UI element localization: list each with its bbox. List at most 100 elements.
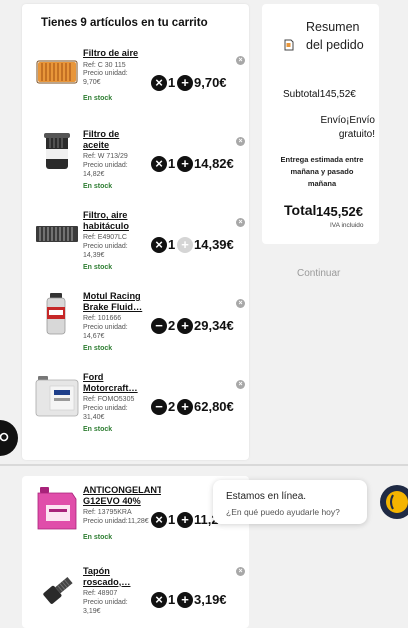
unit-price: 14,67€	[83, 332, 105, 340]
air-filter-image	[36, 60, 78, 84]
increase-quantity-button[interactable]: +	[177, 237, 193, 253]
close-icon: ×	[238, 381, 243, 388]
delete-item-button[interactable]: ×	[236, 380, 245, 389]
floating-action-button[interactable]	[0, 420, 18, 456]
antifreeze-image	[37, 487, 77, 530]
product-ref: Ref: 101666	[83, 315, 122, 322]
minus-icon: −	[155, 399, 163, 414]
chat-bubble[interactable]: Estamos en línea. ¿En qué puedo ayudarle…	[213, 480, 367, 524]
line-total: 62,80€	[194, 399, 234, 414]
product-name-link[interactable]: Motul Racing Brake Fluid…	[83, 291, 147, 312]
unit-price: 31,40€	[83, 413, 105, 421]
increase-quantity-button[interactable]: +	[177, 318, 193, 334]
product-name-link[interactable]: Tapón roscado,…	[83, 566, 147, 587]
shipping-row: Envío¡Envío gratuito!	[283, 114, 375, 142]
delete-item-button[interactable]: ×	[236, 56, 245, 65]
quantity-stepper: × 1 + 3,19€	[151, 591, 239, 609]
line-total: 14,39€	[194, 237, 234, 252]
close-icon: ×	[155, 237, 163, 252]
product-name-link[interactable]: Filtro de aire	[83, 48, 147, 59]
product-ref: Ref: W 713/29	[83, 153, 128, 160]
unit-price: 14,39€	[83, 251, 105, 259]
close-icon: ×	[238, 57, 243, 64]
subtotal-label: Subtotal	[283, 89, 320, 100]
remove-one-button[interactable]: ×	[151, 512, 167, 528]
cart-item: Filtro de aceite Ref: W 713/29 Precio un…	[22, 125, 249, 205]
drain-plug-image	[43, 577, 73, 604]
unit-price-label: Precio unidad:11,28€	[83, 517, 149, 525]
product-ref: Ref: C 30 115	[83, 61, 126, 69]
delete-item-button[interactable]: ×	[236, 299, 245, 308]
chat-avatar-button[interactable]	[379, 481, 408, 523]
unit-price: 9,70€	[83, 79, 101, 87]
quantity-stepper: − 2 + 62,80€	[151, 398, 239, 416]
close-icon: ×	[238, 568, 243, 575]
close-icon: ×	[155, 592, 163, 607]
plus-icon: +	[181, 318, 189, 333]
line-total: 9,70€	[194, 75, 227, 90]
plus-icon: +	[181, 156, 189, 171]
cabin-filter-image	[36, 226, 78, 242]
remove-one-button[interactable]: ×	[151, 237, 167, 253]
increase-quantity-button[interactable]: +	[177, 156, 193, 172]
product-name-link[interactable]: Ford Motorcraft…	[83, 372, 147, 393]
continue-button[interactable]: Continuar	[297, 268, 340, 279]
increase-quantity-button[interactable]: +	[177, 592, 193, 608]
tax-note: IVA incluido	[330, 222, 364, 229]
quantity-stepper: − 2 + 29,34€	[151, 317, 239, 335]
plus-icon: +	[181, 237, 189, 252]
plus-icon: +	[181, 399, 189, 414]
increase-quantity-button[interactable]: +	[177, 512, 193, 528]
delete-item-button[interactable]: ×	[236, 218, 245, 227]
cart-item: Motul Racing Brake Fluid… Ref: 101666 Pr…	[22, 287, 249, 367]
unit-price-label: Precio unidad:	[83, 598, 128, 606]
subtotal-value: 145,52€	[319, 89, 356, 100]
line-total: 3,19€	[194, 592, 227, 607]
quantity-stepper: × 1 + 14,82€	[151, 155, 239, 173]
chat-title: Estamos en línea.	[226, 491, 307, 502]
quantity-stepper: × 1 + 14,39€	[151, 236, 239, 254]
stock-status: En stock	[83, 426, 113, 434]
engine-oil-image	[35, 376, 79, 417]
unit-price-label: Precio unidad:	[83, 404, 128, 412]
remove-one-button[interactable]: ×	[151, 75, 167, 91]
decrease-quantity-button[interactable]: −	[151, 399, 167, 415]
delivery-estimate: Entrega estimada entre mañana y pasado m…	[280, 155, 364, 188]
cart-item: Tapón roscado,… Ref: 48907 Precio unidad…	[22, 562, 249, 628]
delete-item-button[interactable]: ×	[236, 567, 245, 576]
unit-price: 3,19€	[83, 607, 101, 615]
unit-price: 14,82€	[83, 170, 105, 178]
increase-quantity-button[interactable]: +	[177, 75, 193, 91]
delete-item-button[interactable]: ×	[236, 137, 245, 146]
close-icon: ×	[238, 300, 243, 307]
product-name-link[interactable]: ANTICONGELANTE G12EVO 40% ros…	[83, 485, 161, 506]
line-total: 29,34€	[194, 318, 234, 333]
increase-quantity-button[interactable]: +	[177, 399, 193, 415]
plus-icon: +	[181, 75, 189, 90]
accessibility-icon	[0, 432, 9, 442]
receipt-icon	[284, 39, 294, 51]
remove-one-button[interactable]: ×	[151, 156, 167, 172]
unit-price-label: Precio unidad:	[83, 323, 128, 331]
chat-subtitle: ¿En qué puedo ayudarle hoy?	[226, 507, 340, 517]
cart-panel: Tienes 9 artículos en tu carrito Filtro …	[22, 4, 249, 460]
stock-status: En stock	[83, 94, 113, 102]
product-name-link[interactable]: Filtro, aire habitáculo	[83, 210, 147, 231]
close-icon: ×	[155, 156, 163, 171]
product-ref: Ref: E4907LC	[83, 234, 127, 241]
plus-icon: +	[181, 592, 189, 607]
oil-filter-image	[44, 133, 70, 169]
brake-fluid-image	[46, 293, 66, 335]
total-label: Total	[284, 202, 317, 218]
close-icon: ×	[238, 219, 243, 226]
shipping-label: Envío	[320, 115, 347, 126]
stock-status: En stock	[83, 183, 113, 191]
plus-icon: +	[181, 512, 189, 527]
product-ref: Ref: 48907	[83, 590, 118, 597]
product-name-link[interactable]: Filtro de aceite	[83, 129, 147, 150]
stock-status: En stock	[83, 533, 113, 541]
remove-one-button[interactable]: ×	[151, 592, 167, 608]
section-divider	[0, 464, 408, 466]
decrease-quantity-button[interactable]: −	[151, 318, 167, 334]
unit-price: 11,28€	[127, 517, 149, 525]
